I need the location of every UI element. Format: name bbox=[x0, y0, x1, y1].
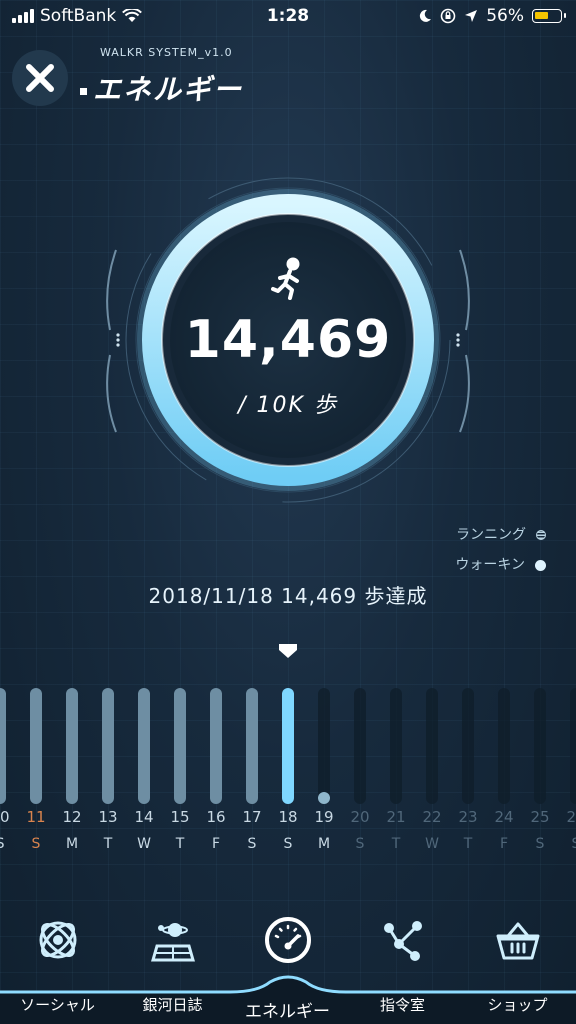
weekday-label-15: T bbox=[175, 836, 185, 852]
bar-track bbox=[534, 688, 546, 804]
nav-galaxy-log[interactable]: 銀河日誌 bbox=[115, 900, 230, 1024]
bar-14[interactable] bbox=[138, 688, 150, 804]
galaxy-log-icon bbox=[151, 923, 195, 962]
bar-track bbox=[570, 688, 576, 804]
selected-day-marker-icon bbox=[279, 644, 297, 658]
nav-command-room-label: 指令室 bbox=[379, 996, 425, 1014]
bar-17[interactable] bbox=[246, 688, 258, 804]
system-label: WALKR SYSTEM_v1.0 bbox=[100, 46, 233, 59]
weekday-label-19: M bbox=[318, 836, 330, 852]
orientation-lock-icon bbox=[440, 8, 456, 24]
atom-icon bbox=[39, 921, 77, 959]
running-legend-icon bbox=[536, 530, 546, 540]
running-person-icon bbox=[271, 257, 300, 300]
achievement-text: 2018/11/18 14,469 歩達成 bbox=[148, 584, 428, 608]
tick-label-22: 22 bbox=[422, 808, 441, 826]
tick-label-11: 11 bbox=[26, 808, 45, 826]
nav-energy[interactable]: エネルギー bbox=[230, 900, 345, 1024]
weekday-label-10: S bbox=[0, 836, 5, 852]
step-count: 14,469 bbox=[184, 310, 392, 370]
tick-label-14: 14 bbox=[134, 808, 153, 826]
nav-shop[interactable]: ショップ bbox=[460, 900, 575, 1024]
bar-11[interactable] bbox=[30, 688, 42, 804]
battery-icon bbox=[532, 9, 566, 23]
nav-energy-label: エネルギー bbox=[245, 1002, 330, 1022]
bar-track bbox=[318, 688, 330, 804]
bar-track bbox=[462, 688, 474, 804]
tick-label-24: 24 bbox=[494, 808, 513, 826]
tick-label-17: 17 bbox=[242, 808, 261, 826]
page-title: エネルギー bbox=[80, 68, 243, 108]
nav-galaxy-log-label: 銀河日誌 bbox=[142, 996, 203, 1014]
bar-13[interactable] bbox=[102, 688, 114, 804]
bar-track bbox=[498, 688, 510, 804]
tick-label-20: 20 bbox=[350, 808, 369, 826]
weekday-label-16: F bbox=[212, 836, 220, 852]
weekday-label-11: S bbox=[32, 836, 41, 852]
legend-walking-label: ウォーキン bbox=[455, 557, 525, 573]
daily-steps-chart[interactable]: 10 S 11 S 12 M 13 T 14 W 15 T 16 F 17 S 18 S 19 M 20 S 21 T 22 W 2… bbox=[0, 636, 576, 856]
weekday-label-18: S bbox=[284, 836, 293, 852]
tick-label-26: 26 bbox=[566, 808, 576, 826]
tick-label-25: 25 bbox=[530, 808, 549, 826]
weekday-label-20: S bbox=[356, 836, 365, 852]
status-bar: SoftBank 1:28 56% bbox=[0, 0, 576, 34]
weekday-label-23: T bbox=[463, 836, 473, 852]
legend: ランニング ウォーキン bbox=[455, 520, 546, 580]
bar-track bbox=[390, 688, 402, 804]
tick-label-18: 18 bbox=[278, 808, 297, 826]
walking-legend-icon bbox=[535, 559, 546, 571]
nav-social-label: ソーシャル bbox=[20, 996, 95, 1014]
nav-shop-label: ショップ bbox=[487, 996, 548, 1014]
bar-10[interactable] bbox=[0, 688, 6, 804]
tick-label-15: 15 bbox=[170, 808, 189, 826]
bar-12[interactable] bbox=[66, 688, 78, 804]
tick-label-21: 21 bbox=[386, 808, 405, 826]
moon-icon bbox=[420, 9, 432, 22]
weekday-label-12: M bbox=[66, 836, 78, 852]
bar-16[interactable] bbox=[210, 688, 222, 804]
tick-label-23: 23 bbox=[458, 808, 477, 826]
bottom-navigation: ソーシャル 銀河日誌 エネルギー 指令室 ショップ bbox=[0, 900, 576, 1024]
tick-label-13: 13 bbox=[98, 808, 117, 826]
nav-command-room[interactable]: 指令室 bbox=[345, 900, 460, 1024]
bar-15[interactable] bbox=[174, 688, 186, 804]
speedometer-icon bbox=[265, 917, 311, 963]
location-icon bbox=[465, 10, 478, 22]
battery-percent: 56% bbox=[486, 6, 524, 26]
tick-label-16: 16 bbox=[206, 808, 225, 826]
weekday-label-26: S bbox=[572, 836, 576, 852]
bar-19[interactable] bbox=[318, 792, 330, 804]
weekday-label-22: W bbox=[425, 836, 439, 852]
weekday-label-17: S bbox=[248, 836, 257, 852]
step-goal: / 10K 歩 bbox=[238, 393, 338, 418]
bar-track bbox=[354, 688, 366, 804]
weekday-label-21: T bbox=[391, 836, 401, 852]
weekday-label-13: T bbox=[103, 836, 113, 852]
weekday-label-25: S bbox=[536, 836, 545, 852]
weekday-label-14: W bbox=[137, 836, 151, 852]
tick-label-12: 12 bbox=[62, 808, 81, 826]
weekday-label-24: F bbox=[500, 836, 508, 852]
tick-label-19: 19 bbox=[314, 808, 333, 826]
shopping-basket-icon bbox=[496, 922, 540, 960]
bar-18[interactable] bbox=[282, 688, 294, 804]
tick-label-10: 10 bbox=[0, 808, 10, 826]
bar-track bbox=[426, 688, 438, 804]
close-button[interactable] bbox=[12, 50, 68, 106]
network-nodes-icon bbox=[384, 921, 422, 961]
close-icon bbox=[26, 64, 54, 92]
page-title-text: エネルギー bbox=[93, 73, 244, 106]
nav-social[interactable]: ソーシャル bbox=[0, 900, 115, 1024]
legend-running-label: ランニング bbox=[456, 527, 526, 543]
